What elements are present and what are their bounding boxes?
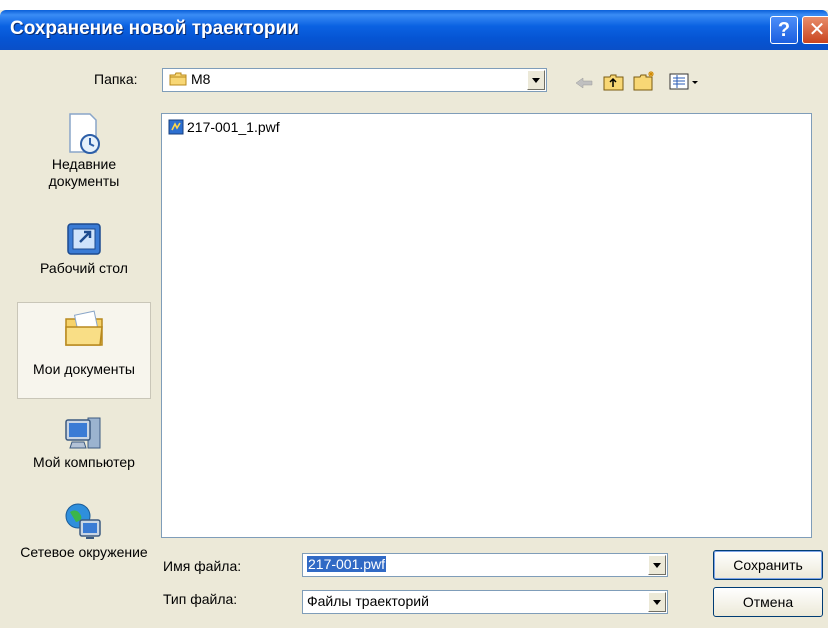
place-label-documents: Мои документы <box>32 361 135 377</box>
place-my-documents[interactable]: Мои документы <box>17 302 151 399</box>
filename-value: 217-001.pwf <box>307 556 387 572</box>
new-folder-icon[interactable] <box>633 70 657 92</box>
filename-field[interactable]: 217-001.pwf <box>302 553 668 577</box>
help-button[interactable]: ? <box>770 16 798 44</box>
filetype-value: Файлы траекторий <box>307 593 429 609</box>
place-network[interactable]: Сетевое окружение <box>17 500 151 600</box>
desktop-icon <box>67 223 101 255</box>
filename-label: Имя файла: <box>163 558 242 574</box>
pwf-file-icon <box>168 119 184 135</box>
recent-documents-icon <box>69 113 100 154</box>
back-arrow-icon[interactable] <box>574 76 594 90</box>
list-item[interactable]: 217-001_1.pwf <box>168 118 280 138</box>
my-computer-icon <box>65 417 101 449</box>
place-recent-documents[interactable]: Недавние документы <box>17 112 151 212</box>
folder-icon <box>169 72 187 86</box>
place-label-desktop: Рабочий стол <box>40 260 128 276</box>
close-button[interactable]: ✕ <box>802 16 828 44</box>
folder-value: M8 <box>191 71 211 87</box>
filetype-label: Тип файла: <box>163 591 238 607</box>
place-label-recent: Недавние документы <box>48 156 120 189</box>
chevron-down-icon[interactable] <box>648 592 666 612</box>
save-button[interactable]: Сохранить <box>713 550 823 580</box>
folder-label: Папка: <box>94 71 138 87</box>
place-label-network: Сетевое окружение <box>20 544 148 560</box>
up-folder-icon[interactable] <box>603 72 625 92</box>
place-my-computer[interactable]: Мой компьютер <box>17 414 151 494</box>
filetype-select[interactable]: Файлы траекторий <box>302 590 668 614</box>
window-title: Сохранение новой траектории <box>10 18 299 39</box>
cancel-button[interactable]: Отмена <box>713 587 823 617</box>
filename-value-wrap: 217-001.pwf <box>307 556 387 572</box>
view-menu-icon[interactable] <box>669 72 703 92</box>
network-icon <box>65 503 101 539</box>
save-dialog: Сохранение новой траектории ? ✕ Папка: M… <box>0 10 828 628</box>
chevron-down-icon[interactable] <box>648 555 666 575</box>
file-list[interactable]: 217-001_1.pwf <box>161 113 812 538</box>
places-bar: Недавние документы Рабочий стол Мои доку… <box>17 102 151 608</box>
title-bar[interactable]: Сохранение новой траектории ? ✕ <box>0 10 828 50</box>
place-label-computer: Мой компьютер <box>33 454 135 470</box>
place-desktop[interactable]: Рабочий стол <box>17 220 151 300</box>
chevron-down-icon[interactable] <box>527 70 545 90</box>
file-name: 217-001_1.pwf <box>187 119 280 136</box>
folder-select[interactable]: M8 <box>162 68 547 92</box>
my-documents-icon <box>65 310 103 346</box>
